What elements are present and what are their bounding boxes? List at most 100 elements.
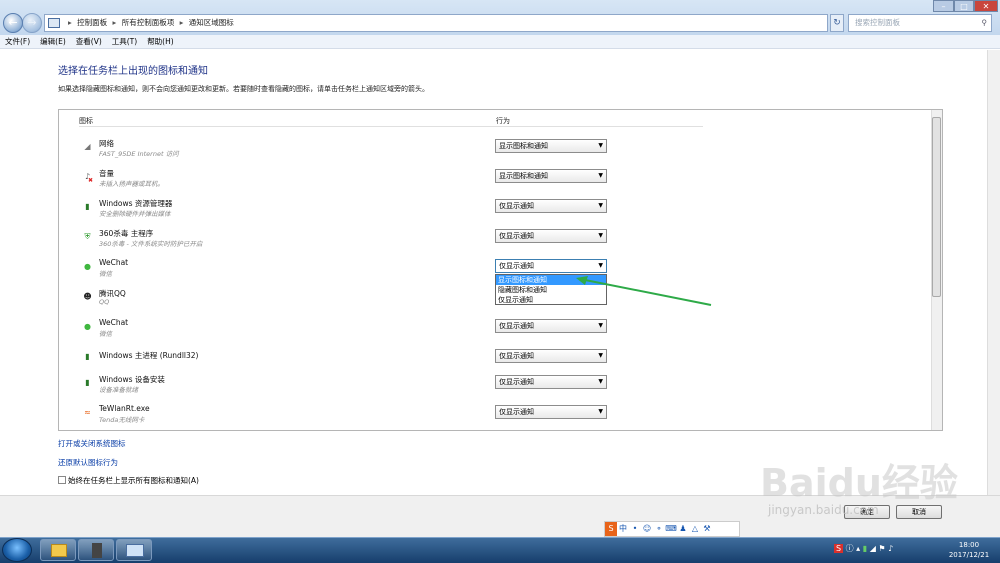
cancel-button[interactable]: 取消 <box>896 505 942 519</box>
minimize-button[interactable]: – <box>933 0 954 12</box>
punctuation-icon[interactable]: • <box>629 522 641 536</box>
chevron-down-icon: ▼ <box>598 202 603 209</box>
restore-defaults-link[interactable]: 还原默认图标行为 <box>58 457 118 468</box>
back-button[interactable]: ← <box>3 13 23 33</box>
behavior-value: 仅显示通知 <box>499 408 534 416</box>
chevron-down-icon: ▼ <box>598 378 603 385</box>
menu-file[interactable]: 文件(F) <box>0 35 35 49</box>
close-button[interactable]: ✕ <box>974 0 998 12</box>
system-tray: S ⓘ ▴ ▮ ◢ ⚑ ♪ <box>834 543 893 554</box>
wechat-icon: ● <box>84 262 91 271</box>
menu-edit[interactable]: 编辑(E) <box>35 35 71 49</box>
item-description: FAST_95DE Internet 访问 <box>99 150 179 158</box>
volume-tray-icon[interactable]: ♪ <box>888 544 893 553</box>
shirt-icon[interactable]: △ <box>689 522 701 536</box>
control-panel-taskbar-button[interactable] <box>116 539 152 561</box>
chevron-down-icon: ▼ <box>598 232 603 239</box>
wechat-icon: ● <box>84 322 91 331</box>
list-item: ● WeChat 微信 仅显示通知 ▼ <box>79 318 619 348</box>
microphone-icon[interactable]: ⚬ <box>653 522 665 536</box>
behavior-select[interactable]: 显示图标和通知 ▼ <box>495 169 607 183</box>
breadcrumb-all-items[interactable]: 所有控制面板项 <box>122 18 175 27</box>
item-description: QQ <box>99 298 110 306</box>
search-input[interactable]: 搜索控制面板 ⚲ <box>848 14 992 32</box>
behavior-select[interactable]: 仅显示通知 ▼ <box>495 199 607 213</box>
explorer-taskbar-button[interactable] <box>40 539 76 561</box>
clock[interactable]: 18:00 2017/12/21 <box>940 540 998 560</box>
battery-tray-icon[interactable]: ▮ <box>863 544 867 553</box>
sogou-icon[interactable]: S <box>605 522 617 536</box>
search-icon: ⚲ <box>981 18 988 27</box>
behavior-select[interactable]: 仅显示通知 ▼ <box>495 375 607 389</box>
refresh-icon[interactable]: ↻ <box>830 14 844 32</box>
behavior-select[interactable]: 仅显示通知 ▼ <box>495 229 607 243</box>
breadcrumb-sep-icon: ▸ <box>112 18 117 27</box>
usb-taskbar-button[interactable] <box>78 539 114 561</box>
column-header-icon: 图标 <box>79 117 93 125</box>
menu-tools[interactable]: 工具(T) <box>107 35 142 49</box>
chevron-down-icon: ▼ <box>598 352 603 359</box>
main-scrollbar[interactable] <box>987 50 1000 495</box>
chevron-down-icon: ▼ <box>598 322 603 329</box>
header-divider <box>79 126 703 127</box>
always-show-checkbox[interactable] <box>58 476 66 484</box>
item-description: Tenda无线网卡 <box>99 416 145 424</box>
search-placeholder: 搜索控制面板 <box>855 18 900 27</box>
sogou-tray-icon[interactable]: S <box>834 544 844 553</box>
flag-tray-icon[interactable]: ⚑ <box>878 544 885 553</box>
chevron-down-icon: ▼ <box>598 142 603 149</box>
item-description: 360杀毒 - 文件系统实时防护已开启 <box>99 240 203 248</box>
item-description: 未插入扬声器或耳机。 <box>99 180 164 188</box>
breadcrumb-control-panel[interactable]: 控制面板 <box>77 18 107 27</box>
keyboard-icon[interactable]: ⌨ <box>665 522 677 536</box>
behavior-value: 仅显示通知 <box>499 262 534 270</box>
shield-icon: ⛨ <box>84 232 91 241</box>
item-name: WeChat <box>99 318 129 327</box>
maximize-button[interactable]: □ <box>954 0 974 12</box>
drive-icon <box>92 543 102 558</box>
item-name: Windows 主进程 (Rundll32) <box>99 351 199 360</box>
forward-button[interactable]: → <box>22 13 42 33</box>
help-tray-icon[interactable]: ⓘ <box>846 544 854 553</box>
system-icons-link[interactable]: 打开或关闭系统图标 <box>58 438 126 449</box>
behavior-value: 显示图标和通知 <box>499 172 548 180</box>
behavior-select[interactable]: 显示图标和通知 ▼ <box>495 139 607 153</box>
list-item: ◢ 网络 FAST_95DE Internet 访问 显示图标和通知 ▼ <box>79 138 619 168</box>
behavior-value: 显示图标和通知 <box>499 142 548 150</box>
menu-view[interactable]: 查看(V) <box>71 35 107 49</box>
emoji-icon[interactable]: ☺ <box>641 522 653 536</box>
chevron-down-icon: ▼ <box>598 408 603 415</box>
clock-time: 18:00 <box>958 541 980 549</box>
volume-muted-icon: ♪ ✖ <box>84 172 94 184</box>
list-scrollbar-thumb[interactable] <box>932 117 941 297</box>
annotation-arrow <box>576 276 712 306</box>
control-panel-icon <box>126 544 144 557</box>
behavior-select[interactable]: 仅显示通知 ▼ <box>495 405 607 419</box>
column-header-behavior: 行为 <box>496 117 510 125</box>
user-icon[interactable]: ♟ <box>677 522 689 536</box>
qq-icon: ☻ <box>83 292 92 301</box>
page-title: 选择在任务栏上出现的图标和通知 <box>58 66 208 77</box>
baidu-watermark: Baidu经验 <box>760 461 958 505</box>
item-name: WeChat <box>99 258 129 267</box>
page-description: 如果选择隐藏图标和通知，则不会向您通知更改和更新。若要随时查看隐藏的图标，请单击… <box>58 85 429 93</box>
behavior-select[interactable]: 仅显示通知 ▼ <box>495 349 607 363</box>
wrench-icon[interactable]: ⚒ <box>701 522 713 536</box>
behavior-value: 仅显示通知 <box>499 378 534 386</box>
item-description: 安全删除硬件并弹出媒体 <box>99 210 171 218</box>
list-item: ≈ TeWlanRt.exe Tenda无线网卡 仅显示通知 ▼ <box>79 404 619 434</box>
behavior-value: 仅显示通知 <box>499 232 534 240</box>
list-item: ▮ Windows 设备安装 设备准备就绪 仅显示通知 ▼ <box>79 374 619 404</box>
address-bar[interactable]: ▸ 控制面板 ▸ 所有控制面板项 ▸ 通知区域图标 <box>44 14 828 32</box>
usb-icon: ▮ <box>85 202 90 211</box>
menu-help[interactable]: 帮助(H) <box>142 35 179 49</box>
network-tray-icon[interactable]: ◢ <box>870 544 876 553</box>
baidu-watermark-url: jingyan.baidu.com <box>768 503 879 517</box>
arrow-tray-icon[interactable]: ▴ <box>856 544 860 553</box>
behavior-value: 仅显示通知 <box>499 322 534 330</box>
behavior-select[interactable]: 仅显示通知 ▼ <box>495 319 607 333</box>
start-button[interactable] <box>2 538 32 562</box>
ime-language[interactable]: 中 <box>617 522 629 536</box>
breadcrumb-notification-icons[interactable]: 通知区域图标 <box>189 18 234 27</box>
always-show-label: 始终在任务栏上显示所有图标和通知(A) <box>68 476 199 485</box>
